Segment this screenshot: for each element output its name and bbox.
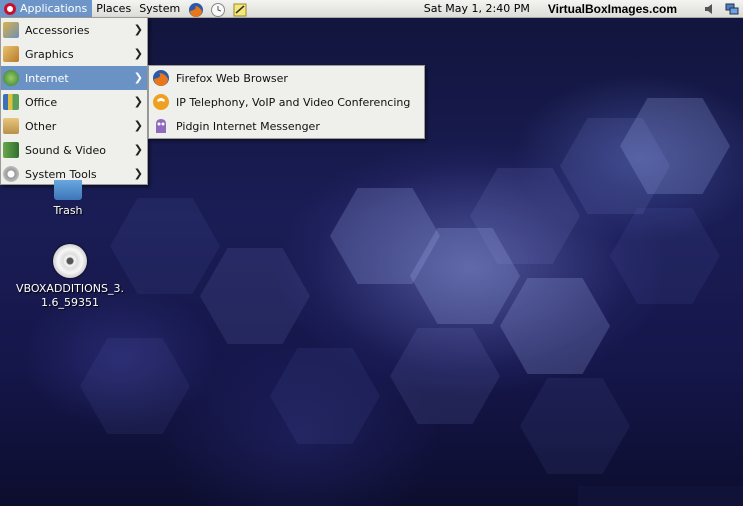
- pidgin-icon: [152, 117, 170, 135]
- system-menu-label: System: [139, 2, 181, 15]
- submenu-item-pidgin[interactable]: Pidgin Internet Messenger: [149, 114, 424, 138]
- folder-icon: [3, 118, 19, 134]
- chevron-right-icon: ❯: [133, 71, 143, 84]
- network-icon: [725, 2, 739, 16]
- menu-item-internet[interactable]: Internet ❯: [1, 66, 147, 90]
- places-menu-label: Places: [96, 2, 132, 15]
- gnome-foot-icon: [3, 2, 17, 16]
- menu-item-label: Internet: [25, 71, 69, 85]
- applications-menu[interactable]: Applications: [0, 0, 93, 18]
- system-menu[interactable]: System: [135, 0, 184, 18]
- menu-item-graphics[interactable]: Graphics ❯: [1, 42, 147, 66]
- top-panel: Applications Places System Sat May 1, 2:…: [0, 0, 743, 18]
- vbox-label-line1: VBOXADDITIONS_3.: [16, 282, 124, 295]
- applications-dropdown: Accessories ❯ Graphics ❯ Internet ❯ Offi…: [0, 17, 148, 185]
- volume-control[interactable]: [699, 0, 721, 18]
- submenu-item-label: IP Telephony, VoIP and Video Conferencin…: [176, 95, 411, 109]
- network-status[interactable]: [721, 0, 743, 18]
- menu-item-other[interactable]: Other ❯: [1, 114, 147, 138]
- trash-desktop-icon[interactable]: Trash: [44, 180, 92, 217]
- applications-menu-label: Applications: [20, 2, 88, 15]
- menu-item-label: Office: [25, 95, 58, 109]
- clock[interactable]: Sat May 1, 2:40 PM: [420, 0, 544, 18]
- ekiga-icon: [152, 93, 170, 111]
- menu-item-label: Other: [25, 119, 57, 133]
- cd-rom-icon: [53, 244, 87, 278]
- chevron-right-icon: ❯: [133, 23, 143, 36]
- menu-item-sound-video[interactable]: Sound & Video ❯: [1, 138, 147, 162]
- menu-item-label: System Tools: [25, 167, 97, 181]
- evolution-launcher[interactable]: [206, 0, 228, 18]
- speaker-icon: [703, 2, 717, 16]
- trash-icon: [54, 180, 82, 200]
- system-tools-icon: [3, 166, 19, 182]
- notes-launcher[interactable]: [228, 0, 250, 18]
- chevron-right-icon: ❯: [133, 119, 143, 132]
- menu-item-label: Accessories: [25, 23, 90, 37]
- site-label: VirtualBoxImages.com: [547, 1, 677, 16]
- chevron-right-icon: ❯: [133, 47, 143, 60]
- submenu-item-firefox[interactable]: Firefox Web Browser: [149, 66, 424, 90]
- graphics-icon: [3, 46, 19, 62]
- bottom-panel-edge: [0, 506, 743, 514]
- submenu-item-label: Pidgin Internet Messenger: [176, 119, 320, 133]
- sound-video-icon: [3, 142, 19, 158]
- mail-clock-icon: [210, 2, 226, 17]
- chevron-right-icon: ❯: [133, 167, 143, 180]
- submenu-item-label: Firefox Web Browser: [176, 71, 288, 85]
- chevron-right-icon: ❯: [133, 95, 143, 108]
- globe-icon: [3, 70, 19, 86]
- firefox-launcher[interactable]: [184, 0, 206, 18]
- menu-item-label: Sound & Video: [25, 143, 107, 157]
- chevron-right-icon: ❯: [133, 143, 143, 156]
- menu-item-accessories[interactable]: Accessories ❯: [1, 18, 147, 42]
- firefox-icon: [188, 2, 204, 17]
- places-menu[interactable]: Places: [92, 0, 135, 18]
- office-icon: [3, 94, 19, 110]
- internet-submenu: Firefox Web Browser IP Telephony, VoIP a…: [148, 65, 425, 139]
- accessories-icon: [3, 22, 19, 38]
- corner-shadow: [578, 486, 743, 506]
- menu-item-label: Graphics: [25, 47, 74, 61]
- vbox-label-line2: 1.6_59351: [41, 296, 99, 309]
- trash-label: Trash: [53, 204, 83, 217]
- vboxadditions-desktop-icon[interactable]: VBOXADDITIONS_3. 1.6_59351: [10, 244, 130, 310]
- menu-item-office[interactable]: Office ❯: [1, 90, 147, 114]
- text-editor-icon: [232, 2, 247, 16]
- firefox-icon: [152, 69, 170, 87]
- submenu-item-ekiga[interactable]: IP Telephony, VoIP and Video Conferencin…: [149, 90, 424, 114]
